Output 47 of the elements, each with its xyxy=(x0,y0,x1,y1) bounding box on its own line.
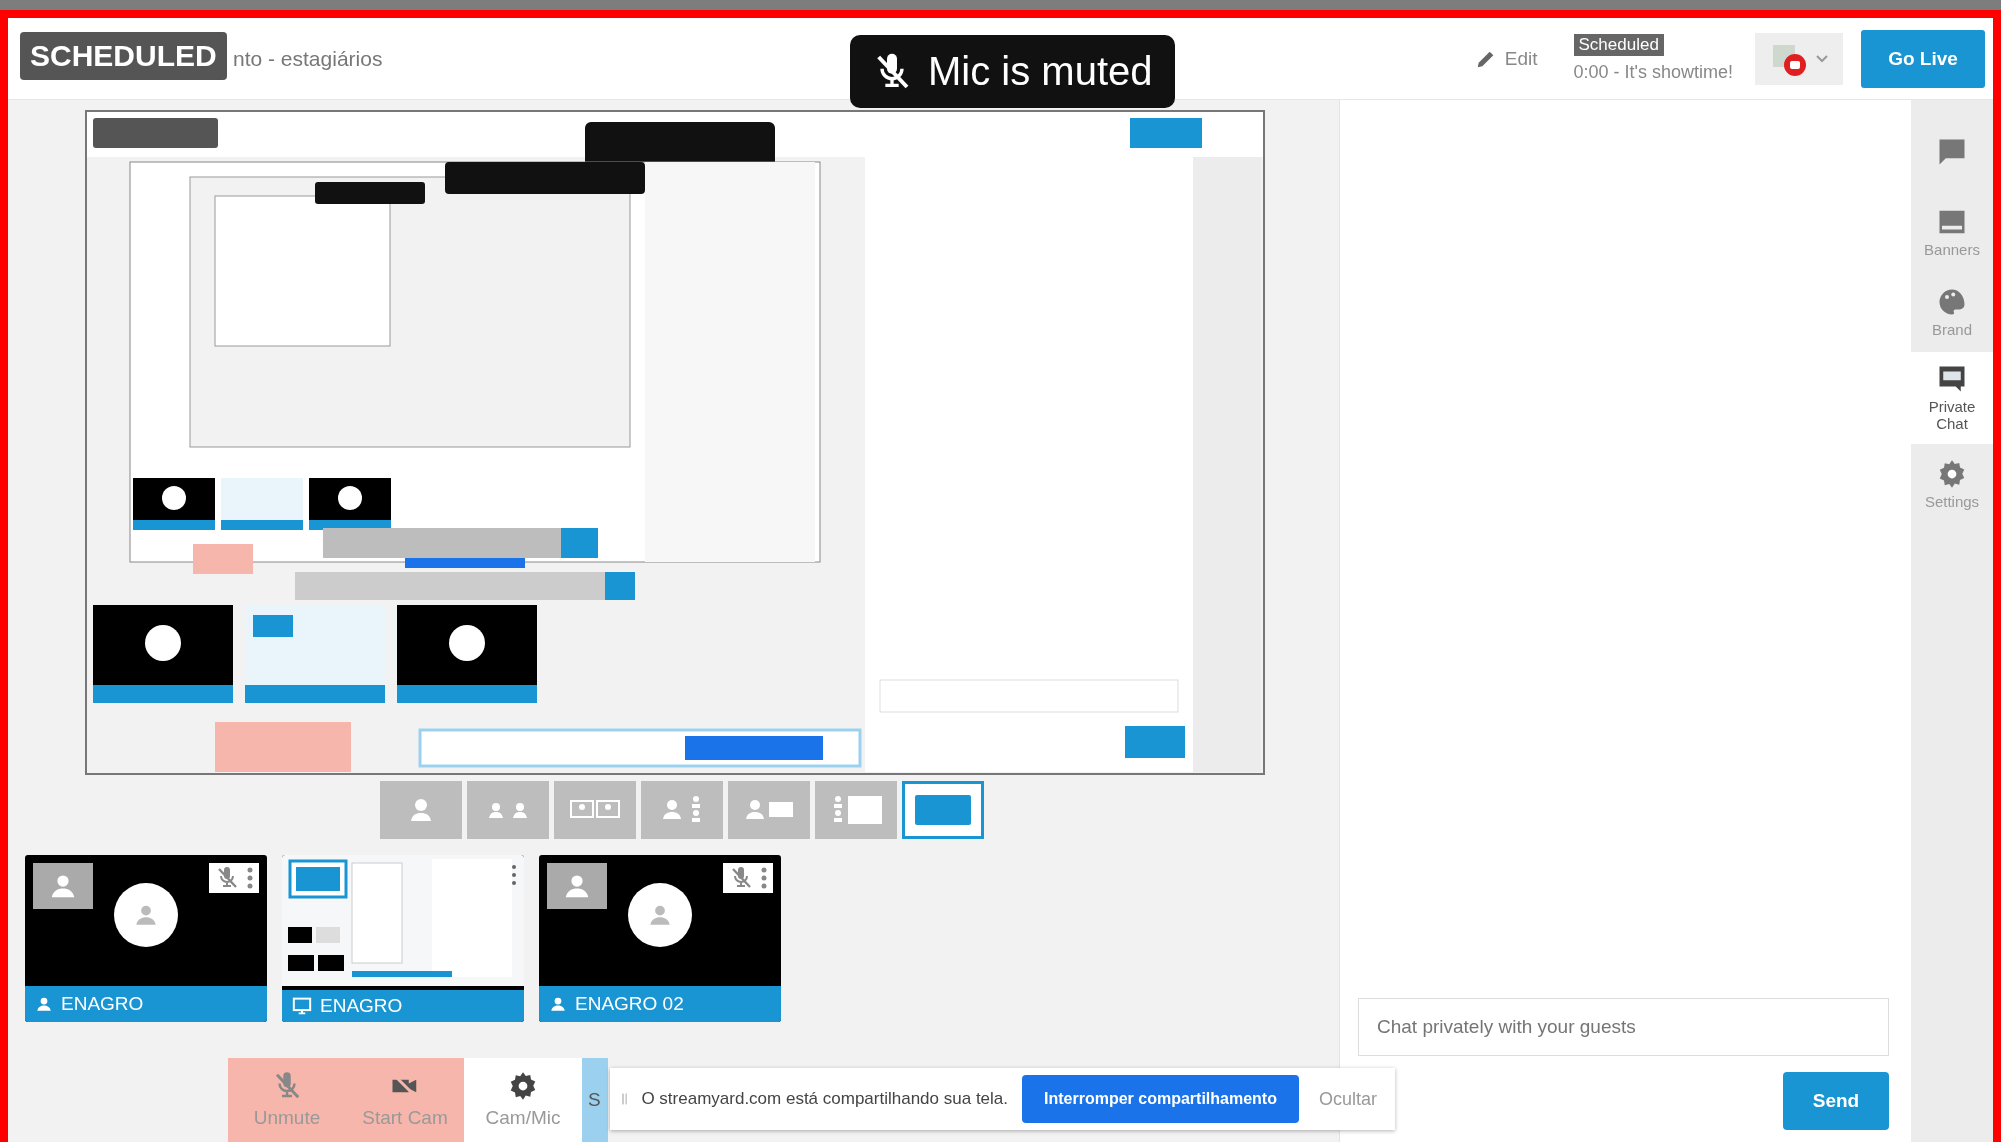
settings-icon xyxy=(1937,458,1967,489)
tile-menu-button[interactable] xyxy=(723,863,773,893)
monitor-icon xyxy=(292,997,312,1015)
participant-tile[interactable]: ENAGRO xyxy=(282,855,524,1022)
go-live-button[interactable]: Go Live xyxy=(1861,29,1985,88)
sidebar-item[interactable]: Brand xyxy=(1911,272,1993,352)
tile-menu-button[interactable] xyxy=(209,863,259,893)
mic-off-icon xyxy=(729,866,753,890)
participant-name: ENAGRO xyxy=(320,995,403,1017)
notice-text: O streamyard.com está compartilhando sua tela. xyxy=(641,1089,1009,1109)
layout-button[interactable] xyxy=(728,781,810,839)
send-button[interactable]: Send xyxy=(1783,1072,1889,1130)
toast-text: Mic is muted xyxy=(928,49,1153,94)
chat-icon xyxy=(1937,364,1967,394)
drag-handle-icon xyxy=(622,1091,628,1107)
edit-button[interactable]: Edit xyxy=(1468,46,1544,71)
sidebar-item[interactable]: Banners xyxy=(1911,192,1993,272)
control-button[interactable]: Cam/Mic xyxy=(464,1058,582,1142)
broadcast-title: nto - estagiários xyxy=(233,46,383,71)
sidebar-item[interactable]: Settings xyxy=(1911,444,1993,524)
participant-name: ENAGRO xyxy=(61,993,144,1015)
stop-sharing-button[interactable]: Interromper compartilhamento xyxy=(1022,1075,1299,1123)
destination-dropdown[interactable] xyxy=(1755,32,1843,85)
sidebar-item[interactable]: Private Chat xyxy=(1911,352,1993,444)
scheduled-badge: SCHEDULED xyxy=(20,32,227,80)
layout-button[interactable] xyxy=(902,781,984,839)
hide-button[interactable]: Ocultar xyxy=(1312,1087,1383,1111)
chat-input[interactable]: Chat privately with your guests xyxy=(1358,998,1889,1056)
participant-name: ENAGRO 02 xyxy=(575,993,684,1015)
layout-button[interactable] xyxy=(641,781,723,839)
mic-off-icon xyxy=(215,866,239,890)
comment-icon xyxy=(1937,137,1967,167)
layout-button[interactable] xyxy=(380,781,462,839)
layout-button[interactable] xyxy=(467,781,549,839)
participant-tile[interactable]: ENAGRO xyxy=(25,855,267,1022)
participant-tile[interactable]: ENAGRO 02 xyxy=(539,855,781,1022)
person-icon xyxy=(549,995,567,1013)
layout-button[interactable] xyxy=(554,781,636,839)
status-badge: Scheduled xyxy=(1573,34,1664,56)
share-button[interactable]: S xyxy=(582,1058,608,1142)
person-icon xyxy=(35,995,53,1013)
more-icon xyxy=(761,867,767,889)
status-text: 0:00 - It's showtime! xyxy=(1573,62,1733,83)
caret-icon xyxy=(1815,53,1829,64)
settings-icon xyxy=(508,1071,538,1101)
more-icon xyxy=(247,867,253,889)
layout-button[interactable] xyxy=(815,781,897,839)
